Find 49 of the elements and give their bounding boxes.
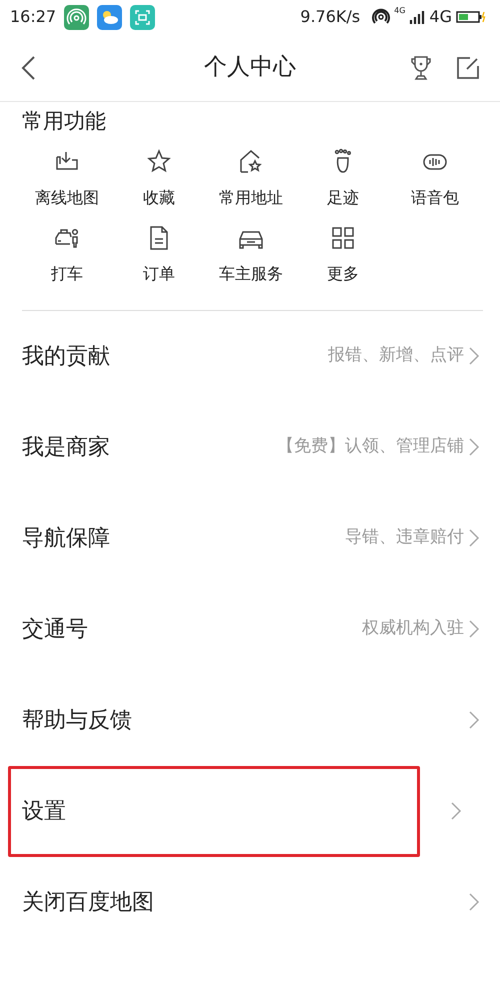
scan-icon xyxy=(130,4,156,30)
chevron-icon xyxy=(450,801,462,821)
weather-icon xyxy=(97,4,122,30)
menu-row[interactable]: 我是商家 【免费】认领、管理店铺 xyxy=(0,402,500,492)
menu-detail: 报错、新增、点评 xyxy=(328,344,464,368)
shortcut-label[interactable]: 语音包 xyxy=(411,186,459,210)
menu-detail: 【免费】认领、管理店铺 xyxy=(277,435,464,458)
shortcut-label[interactable]: 打车 xyxy=(51,262,83,286)
chevron-icon xyxy=(468,892,480,912)
trophy-icon[interactable] xyxy=(410,54,432,80)
shortcut-label[interactable]: 更多 xyxy=(327,262,359,286)
menu-row[interactable]: 我的贡献 报错、新增、点评 xyxy=(0,310,500,402)
chevron-icon xyxy=(468,437,480,457)
shortcut-label[interactable]: 收藏 xyxy=(143,186,175,210)
chevron-icon xyxy=(468,710,480,730)
menu-row[interactable]: 帮助与反馈 xyxy=(0,674,500,766)
menu-row[interactable]: 交通号 权威机构入驻 xyxy=(0,584,500,674)
chevron-icon xyxy=(468,619,480,639)
menu-title: 交通号 xyxy=(22,616,88,644)
section-title: 常用功能 xyxy=(21,108,107,135)
menu-title: 我的贡献 xyxy=(22,342,110,370)
network-speed: 9.76K/s xyxy=(300,6,360,28)
menu-title: 设置 xyxy=(22,798,66,826)
shortcut-label[interactable]: 常用地址 xyxy=(219,186,283,210)
menu-title: 关闭百度地图 xyxy=(22,888,154,916)
menu-row[interactable]: 设置 xyxy=(8,766,420,856)
network-type: 4G xyxy=(429,6,452,28)
battery-icon xyxy=(456,10,486,24)
hotspot-icon xyxy=(372,8,390,26)
network-label: 4G xyxy=(394,5,406,17)
chevron-icon xyxy=(468,346,480,366)
signal-icon xyxy=(409,10,426,24)
menu-detail: 导错、违章赔付 xyxy=(345,526,464,550)
edit-icon[interactable] xyxy=(456,56,480,80)
page-title: 个人中心 xyxy=(204,53,296,82)
broadcast-icon xyxy=(64,4,90,30)
shortcut-label[interactable]: 离线地图 xyxy=(35,186,99,210)
menu-row[interactable]: 导航保障 导错、违章赔付 xyxy=(0,492,500,584)
shortcut-label[interactable]: 车主服务 xyxy=(219,262,283,286)
menu-title: 我是商家 xyxy=(22,434,110,462)
shortcut-label[interactable]: 足迹 xyxy=(327,186,359,210)
back-icon[interactable] xyxy=(20,54,36,80)
menu-row[interactable]: 关闭百度地图 xyxy=(0,856,500,948)
menu-title: 帮助与反馈 xyxy=(22,706,132,734)
menu-detail: 权威机构入驻 xyxy=(362,617,464,640)
chevron-icon xyxy=(468,528,480,548)
clock-time: 16:27 xyxy=(10,6,56,28)
shortcut-label[interactable]: 订单 xyxy=(143,262,175,286)
menu-title: 导航保障 xyxy=(22,524,110,552)
